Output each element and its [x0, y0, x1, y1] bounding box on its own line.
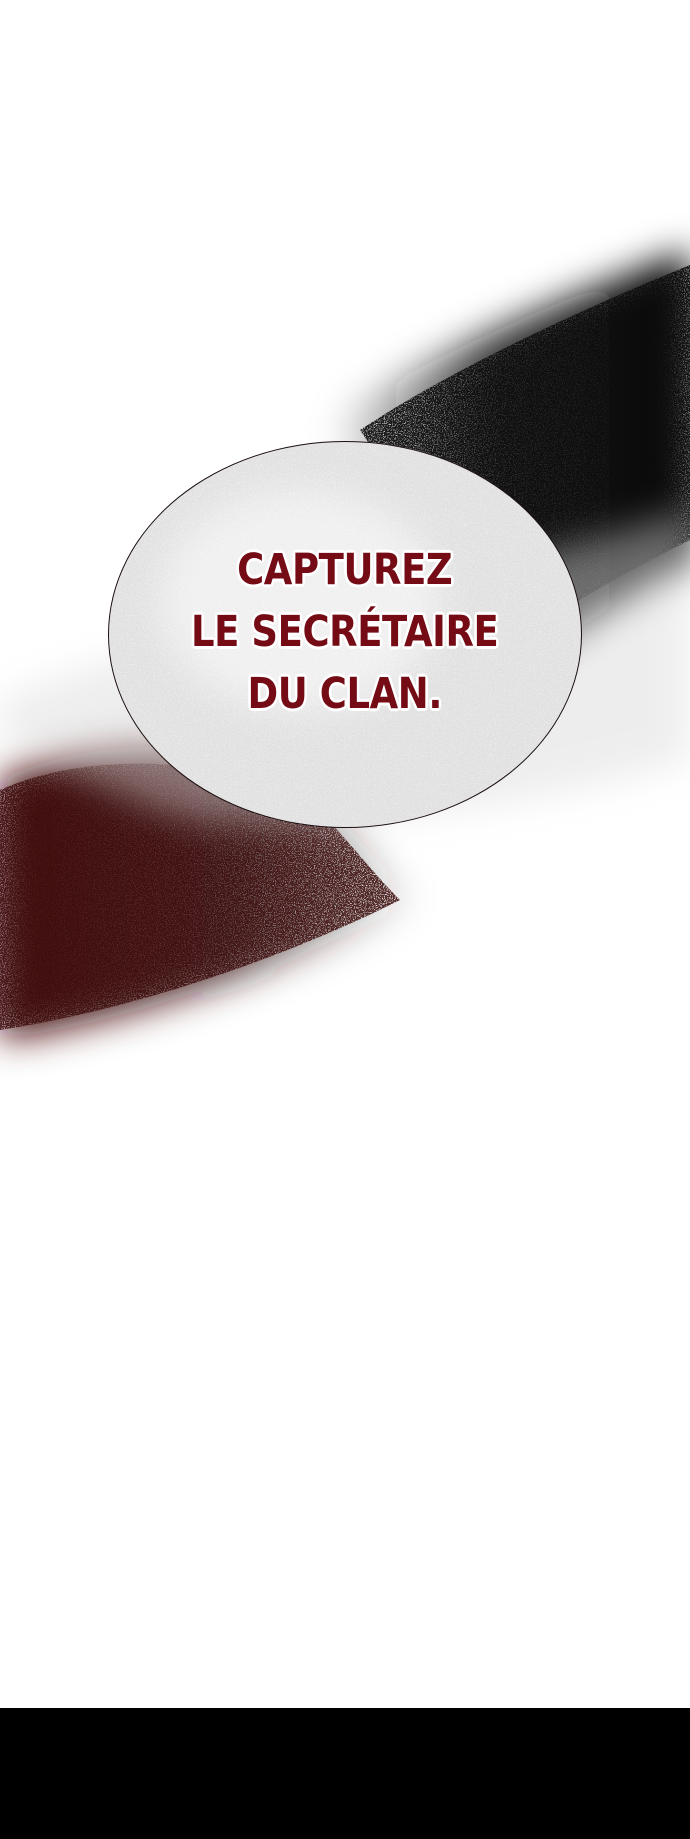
- comic-panel: CAPTUREZ LE SECRÉTAIRE DU CLAN.: [0, 0, 690, 1839]
- speech-line-3: DU CLAN.: [247, 668, 443, 719]
- smoke-background: [0, 250, 690, 1040]
- speech-bubble-text: CAPTUREZ LE SECRÉTAIRE DU CLAN.: [191, 539, 499, 725]
- speech-line-2: LE SECRÉTAIRE: [191, 606, 499, 657]
- speech-line-1: CAPTUREZ: [237, 544, 453, 595]
- speech-bubble: CAPTUREZ LE SECRÉTAIRE DU CLAN.: [108, 441, 582, 828]
- next-panel-dark-band: [0, 1708, 690, 1839]
